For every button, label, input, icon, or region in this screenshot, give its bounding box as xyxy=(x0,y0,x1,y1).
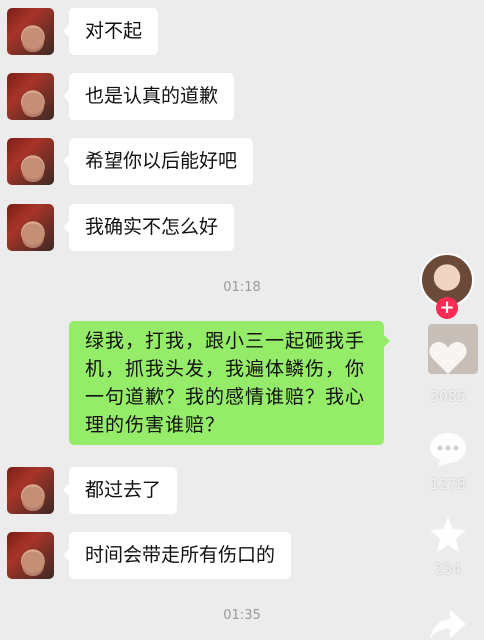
contact-avatar[interactable] xyxy=(7,138,54,185)
message-bubble-received[interactable]: 希望你以后能好吧 xyxy=(62,138,254,185)
comment-icon[interactable] xyxy=(418,430,478,468)
share-icon[interactable] xyxy=(418,608,478,640)
message-bubble-received[interactable]: 也是认真的道歉 xyxy=(62,73,235,120)
contact-avatar[interactable] xyxy=(7,204,54,251)
contact-avatar[interactable] xyxy=(7,467,54,514)
follow-button[interactable]: + xyxy=(436,297,458,319)
message-bubble-received[interactable]: 我确实不怎么好 xyxy=(62,204,235,251)
message-bubble-received[interactable]: 都过去了 xyxy=(62,467,178,514)
timestamp: 01:18 xyxy=(223,280,261,295)
favorite-count: 234 xyxy=(434,562,462,578)
contact-avatar[interactable] xyxy=(7,8,54,55)
message-bubble-received[interactable]: 时间会带走所有伤口的 xyxy=(62,532,292,579)
message-bubble-received[interactable]: 对不起 xyxy=(62,8,159,55)
contact-avatar[interactable] xyxy=(7,532,54,579)
timestamp: 01:35 xyxy=(223,608,261,623)
comment-count: 1278 xyxy=(430,477,466,493)
like-count: 3085 xyxy=(430,389,466,405)
star-icon[interactable] xyxy=(418,515,478,555)
heart-icon[interactable] xyxy=(418,340,478,376)
message-bubble-sent[interactable]: 绿我，打我，跟小三一起砸我手机，抓我头发，我遍体鳞伤，你一句道歉？我的感情谁赔？… xyxy=(69,321,390,445)
contact-avatar[interactable] xyxy=(7,73,54,120)
